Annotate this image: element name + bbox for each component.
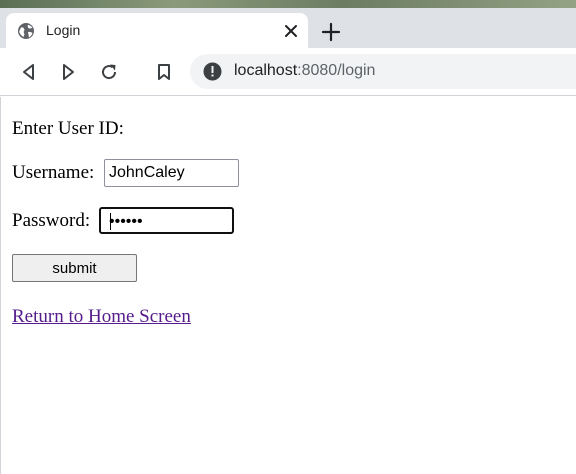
- submit-button[interactable]: submit: [12, 254, 137, 282]
- text-caret: [110, 213, 111, 230]
- username-field[interactable]: JohnCaley: [104, 159, 239, 187]
- tab-title: Login: [46, 22, 81, 38]
- bookmark-icon[interactable]: [154, 62, 174, 82]
- return-home-link[interactable]: Return to Home Screen: [12, 306, 191, 327]
- reload-icon[interactable]: [99, 62, 119, 82]
- forward-icon[interactable]: [58, 62, 78, 82]
- address-url[interactable]: localhost:8080/login: [234, 62, 375, 80]
- browser-toolbar: localhost:8080/login: [0, 48, 576, 96]
- page-heading: Enter User ID:: [12, 118, 124, 139]
- info-icon[interactable]: [203, 62, 222, 81]
- url-path: :8080/login: [297, 62, 376, 79]
- globe-icon: [18, 23, 34, 39]
- tab-strip: Login: [0, 8, 576, 48]
- password-value: ••••••: [109, 213, 143, 230]
- url-host: localhost: [234, 62, 298, 79]
- password-field[interactable]: ••••••: [99, 207, 234, 234]
- page-content: Enter User ID: Username: JohnCaley Passw…: [0, 97, 576, 474]
- tab-login[interactable]: Login: [6, 13, 308, 48]
- plus-icon[interactable]: [321, 22, 341, 42]
- back-icon[interactable]: [19, 62, 39, 82]
- address-bar[interactable]: localhost:8080/login: [190, 54, 576, 89]
- desktop-background-strip: [0, 0, 576, 8]
- username-value: JohnCaley: [109, 164, 185, 181]
- password-label: Password:: [12, 210, 91, 231]
- username-label: Username:: [12, 162, 95, 183]
- close-tab-icon[interactable]: [284, 24, 298, 38]
